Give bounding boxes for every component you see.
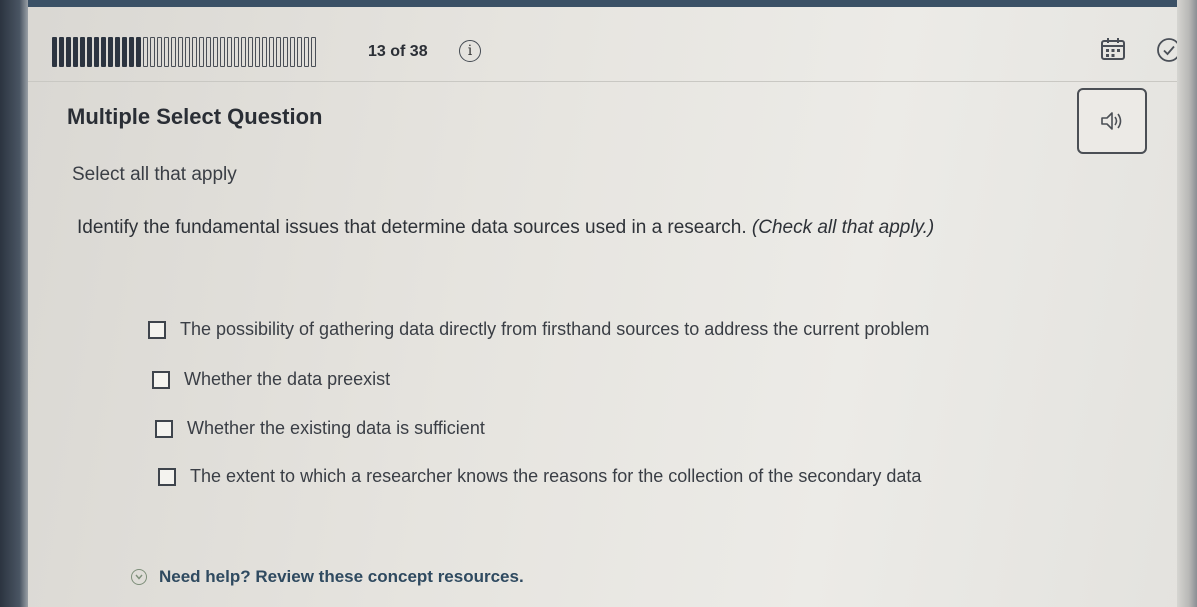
progress-tick-complete — [129, 37, 134, 67]
option-3[interactable]: Whether the existing data is sufficient — [155, 418, 485, 439]
progress-tick-complete — [87, 37, 92, 67]
progress-bar — [52, 37, 352, 67]
option-label: Whether the data preexist — [184, 369, 391, 389]
progress-tick-remaining — [262, 37, 267, 67]
top-band — [0, 0, 1197, 7]
progress-tick-complete — [66, 37, 71, 67]
progress-tick-remaining — [143, 37, 148, 67]
progress-tick-remaining — [297, 37, 302, 67]
info-icon[interactable]: i — [459, 40, 481, 62]
progress-tick-remaining — [157, 37, 162, 67]
progress-tick-complete — [73, 37, 78, 67]
progress-tick-remaining — [290, 37, 295, 67]
progress-tick-complete — [101, 37, 106, 67]
scrollbar[interactable] — [1177, 0, 1197, 607]
progress-tick-complete — [108, 37, 113, 67]
progress-tick-remaining — [206, 37, 211, 67]
help-resources-link[interactable]: Need help? Review these concept resource… — [131, 567, 524, 587]
progress-tick-complete — [80, 37, 85, 67]
option-2[interactable]: Whether the data preexist — [152, 369, 390, 390]
question-prompt: Identify the fundamental issues that det… — [77, 217, 934, 239]
progress-tick-complete — [122, 37, 127, 67]
progress-tick-remaining — [213, 37, 218, 67]
progress-tick-remaining — [178, 37, 183, 67]
progress-tick-complete — [115, 37, 120, 67]
progress-tick-remaining — [311, 37, 316, 67]
progress-tick-remaining — [220, 37, 225, 67]
left-bezel — [0, 0, 28, 607]
progress-tick-remaining — [255, 37, 260, 67]
progress-tick-remaining — [234, 37, 239, 67]
chevron-down-icon — [131, 569, 147, 585]
prompt-suffix: (Check all that apply.) — [751, 217, 935, 238]
audio-button[interactable] — [1077, 88, 1147, 154]
progress-tick-complete — [59, 37, 64, 67]
option-label: The extent to which a researcher knows t… — [190, 466, 922, 486]
prompt-text: Identify the fundamental issues that det… — [77, 217, 747, 238]
speaker-icon — [1101, 112, 1122, 130]
option-checkbox[interactable] — [152, 370, 170, 389]
progress-tick-remaining — [150, 37, 155, 67]
progress-tick-remaining — [199, 37, 204, 67]
progress-tick-remaining — [304, 37, 309, 67]
progress-tick-remaining — [164, 37, 169, 67]
progress-tick-remaining — [276, 37, 281, 67]
calendar-icon[interactable] — [1100, 37, 1126, 61]
header-bar: 13 of 38 i — [28, 7, 1181, 82]
question-instruction: Select all that apply — [72, 164, 237, 185]
progress-label: 13 of 38 — [368, 43, 428, 60]
progress-tick-remaining — [227, 37, 232, 67]
question-type-title: Multiple Select Question — [67, 104, 323, 129]
progress-tick-complete — [94, 37, 99, 67]
screen: 13 of 38 i Multiple Select Question Sele… — [0, 0, 1197, 607]
option-4[interactable]: The extent to which a researcher knows t… — [158, 466, 921, 487]
progress-tick-complete — [52, 37, 57, 67]
option-label: Whether the existing data is sufficient — [187, 418, 485, 438]
progress-tick-remaining — [283, 37, 288, 67]
help-label: Need help? Review these concept resource… — [159, 567, 524, 586]
option-checkbox[interactable] — [158, 467, 176, 486]
option-checkbox[interactable] — [155, 419, 173, 438]
progress-tick-complete — [136, 37, 141, 67]
progress-tick-remaining — [185, 37, 190, 67]
progress-tick-remaining — [248, 37, 253, 67]
progress-tick-remaining — [171, 37, 176, 67]
option-checkbox[interactable] — [148, 320, 166, 339]
option-label: The possibility of gathering data direct… — [180, 319, 930, 339]
option-1[interactable]: The possibility of gathering data direct… — [148, 319, 929, 340]
progress-tick-remaining — [241, 37, 246, 67]
progress-tick-remaining — [192, 37, 197, 67]
progress-tick-remaining — [269, 37, 274, 67]
